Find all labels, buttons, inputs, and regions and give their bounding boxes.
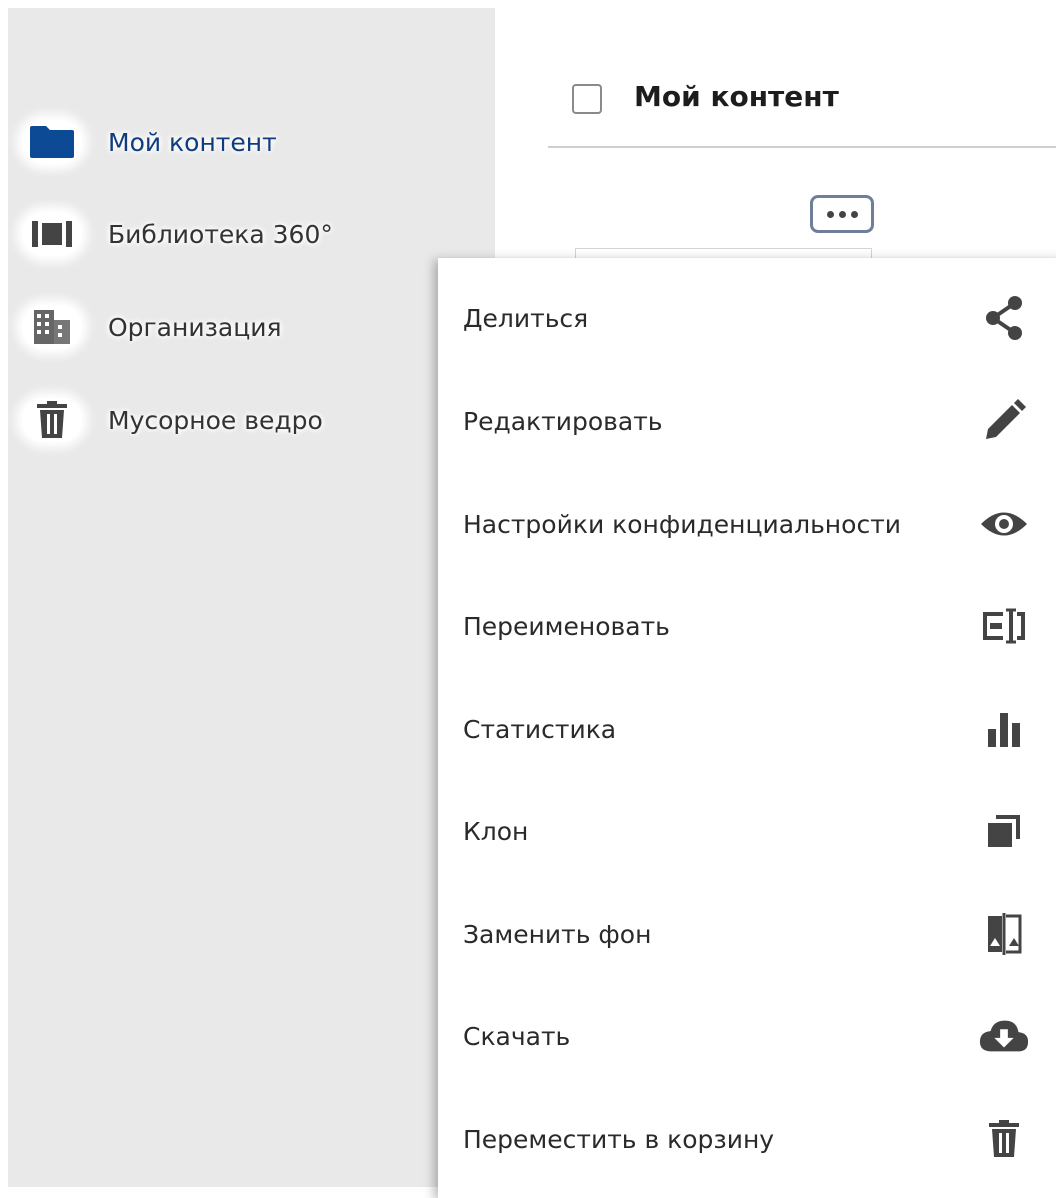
pencil-icon [978, 395, 1030, 447]
menu-item-privacy-settings[interactable]: Настройки конфиденциальности [438, 479, 1056, 569]
menu-item-label: Настройки конфиденциальности [463, 509, 902, 539]
bar-chart-icon [978, 703, 1030, 755]
dot-icon [850, 210, 858, 218]
menu-item-edit[interactable]: Редактировать [438, 376, 1056, 466]
content-header: Мой контент [548, 60, 1056, 148]
dot-icon [838, 210, 846, 218]
menu-item-label: Статистика [463, 714, 617, 744]
clone-icon [978, 805, 1030, 857]
menu-item-clone[interactable]: Клон [438, 786, 1056, 876]
select-all-checkbox[interactable] [572, 84, 602, 114]
trash-icon [978, 1113, 1030, 1165]
sidebar-item-label: Мусорное ведро [108, 405, 323, 435]
dot-icon [826, 210, 834, 218]
sidebar-item-organization[interactable]: Организация [22, 302, 282, 352]
context-menu: Делиться Редактировать Настройки конфиде… [438, 258, 1056, 1198]
trash-icon [22, 398, 82, 442]
sidebar-item-trash[interactable]: Мусорное ведро [22, 395, 323, 445]
sidebar-item-label: Мой контент [108, 127, 277, 157]
sidebar [8, 8, 495, 1187]
sidebar-item-library-360[interactable]: Библиотека 360° [22, 209, 333, 259]
swap-background-icon [978, 908, 1030, 960]
panorama-icon [22, 212, 82, 256]
folder-icon [22, 120, 82, 164]
menu-item-label: Заменить фон [463, 919, 652, 949]
top-strip [0, 0, 1056, 8]
rename-icon [978, 600, 1030, 652]
menu-item-label: Клон [463, 816, 529, 846]
menu-item-statistics[interactable]: Статистика [438, 684, 1056, 774]
menu-item-label: Делиться [463, 303, 589, 333]
menu-item-label: Скачать [463, 1021, 571, 1051]
sidebar-item-label: Библиотека 360° [108, 219, 333, 249]
eye-icon [978, 498, 1030, 550]
menu-item-share[interactable]: Делиться [438, 273, 1056, 363]
sidebar-item-label: Организация [108, 312, 282, 342]
menu-item-label: Редактировать [463, 406, 663, 436]
menu-item-label: Переименовать [463, 611, 670, 641]
menu-item-rename[interactable]: Переименовать [438, 581, 1056, 671]
menu-item-download[interactable]: Скачать [438, 991, 1056, 1081]
more-options-button[interactable] [810, 195, 874, 233]
menu-item-move-to-trash[interactable]: Переместить в корзину [438, 1094, 1056, 1184]
page-title: Мой контент [634, 80, 839, 113]
sidebar-item-my-content[interactable]: Мой контент [22, 117, 277, 167]
cloud-download-icon [978, 1010, 1030, 1062]
building-icon [22, 305, 82, 349]
share-icon [978, 292, 1030, 344]
menu-item-replace-background[interactable]: Заменить фон [438, 889, 1056, 979]
menu-item-label: Переместить в корзину [463, 1124, 775, 1154]
